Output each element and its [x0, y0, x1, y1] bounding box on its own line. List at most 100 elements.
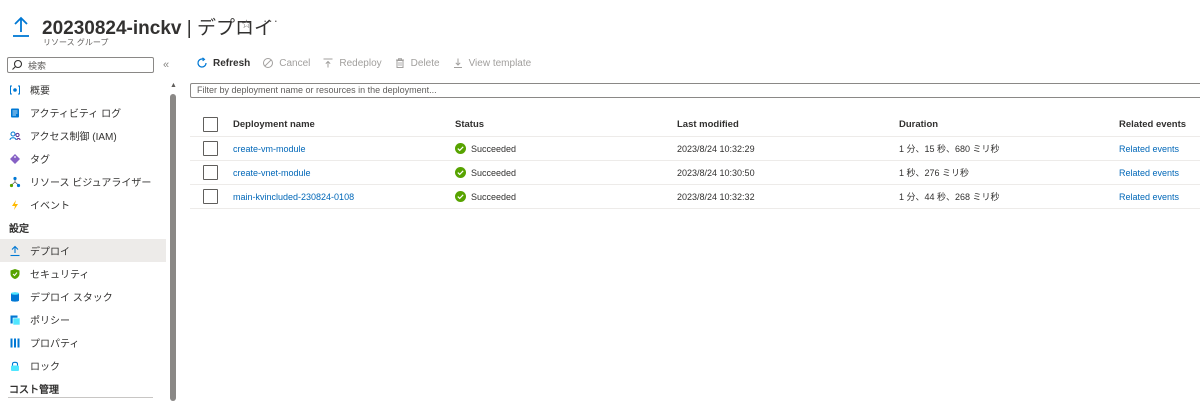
select-all-checkbox[interactable]	[203, 116, 218, 132]
sidebar-item-deployment-stacks[interactable]: デプロイ スタック	[0, 285, 166, 308]
sidebar: 検索 « 概要 アクティビティ ログ アクセス制御 (IAM) タグ リソース …	[0, 54, 182, 401]
sidebar-item-label: アクセス制御 (IAM)	[30, 132, 117, 143]
related-events-link[interactable]: Related events	[1119, 161, 1179, 184]
sidebar-item-label: タグ	[30, 155, 50, 166]
row-checkbox[interactable]	[203, 189, 218, 204]
sidebar-item-label: アクティビティ ログ	[30, 109, 122, 120]
sidebar-item-events[interactable]: イベント	[0, 193, 166, 216]
refresh-icon	[196, 57, 208, 69]
status-text: Succeeded	[471, 191, 517, 202]
scrollbar-thumb[interactable]	[170, 94, 176, 401]
policies-icon	[9, 314, 21, 326]
column-header-related-events[interactable]: Related events	[1119, 112, 1186, 136]
success-check-icon	[455, 191, 466, 202]
sidebar-item-label: イベント	[30, 201, 70, 212]
access-control-icon	[9, 130, 21, 142]
status-cell: Succeeded	[455, 137, 516, 160]
related-events-link[interactable]: Related events	[1119, 185, 1179, 208]
column-header-last-modified[interactable]: Last modified	[677, 112, 739, 136]
sidebar-item-policies[interactable]: ポリシー	[0, 308, 166, 331]
sidebar-item-label: セキュリティ	[30, 270, 90, 281]
sidebar-item-overview[interactable]: 概要	[0, 78, 166, 101]
scroll-up-arrow-icon[interactable]: ▲	[170, 82, 177, 89]
sidebar-item-label: デプロイ	[30, 247, 70, 258]
table-row[interactable]: main-kvincluded-230824-0108 Succeeded 20…	[190, 185, 1200, 209]
more-options-icon[interactable]: ···	[263, 13, 279, 28]
command-bar: Refresh Cancel Redeploy Delete View temp…	[196, 55, 543, 71]
page-title-suffix: | デプロイ	[181, 18, 273, 39]
activity-log-icon	[9, 107, 21, 119]
column-header-deployment-name[interactable]: Deployment name	[233, 112, 315, 136]
sidebar-search-input[interactable]: 検索	[7, 57, 154, 73]
upload-icon	[11, 16, 31, 41]
sidebar-item-access-control[interactable]: アクセス制御 (IAM)	[0, 124, 166, 147]
row-checkbox[interactable]	[203, 141, 218, 156]
sidebar-item-tags[interactable]: タグ	[0, 147, 166, 170]
redeploy-label: Redeploy	[339, 57, 382, 69]
status-text: Succeeded	[471, 167, 517, 178]
duration-cell: 1 分、44 秒、268 ミリ秒	[899, 192, 1000, 202]
cancel-label: Cancel	[279, 57, 311, 69]
sidebar-item-resource-visualizer[interactable]: リソース ビジュアライザー	[0, 170, 166, 193]
download-icon	[452, 57, 464, 69]
deployments-grid: Deployment name Status Last modified Dur…	[190, 112, 1200, 209]
deployment-name-link[interactable]: create-vnet-module	[233, 161, 311, 184]
overview-icon	[9, 84, 21, 96]
lock-icon	[9, 360, 21, 372]
collapse-sidebar-icon[interactable]: «	[163, 59, 169, 71]
status-cell: Succeeded	[455, 185, 516, 208]
cancel-button[interactable]: Cancel	[262, 57, 310, 69]
page-subtitle: リソース グループ	[43, 38, 109, 47]
delete-label: Delete	[410, 57, 440, 69]
duration-cell: 1 分、15 秒、680 ミリ秒	[899, 144, 1000, 154]
sidebar-item-label: デプロイ スタック	[30, 293, 113, 304]
refresh-label: Refresh	[213, 57, 251, 69]
delete-button[interactable]: Delete	[394, 57, 440, 69]
sidebar-item-locks[interactable]: ロック	[0, 354, 166, 377]
favorite-star-icon[interactable]: ☆	[241, 17, 252, 31]
sidebar-item-label: 概要	[30, 86, 50, 97]
shield-icon	[9, 268, 21, 280]
sidebar-divider	[8, 397, 153, 398]
sidebar-nav: 概要 アクティビティ ログ アクセス制御 (IAM) タグ リソース ビジュアラ…	[0, 78, 166, 400]
success-check-icon	[455, 143, 466, 154]
cancel-icon	[262, 57, 274, 69]
row-checkbox[interactable]	[203, 165, 218, 180]
sidebar-item-label: ロック	[30, 362, 60, 373]
view-template-label: View template	[468, 57, 532, 69]
refresh-button[interactable]: Refresh	[196, 57, 250, 69]
sidebar-item-security[interactable]: セキュリティ	[0, 262, 166, 285]
tag-icon	[9, 153, 21, 165]
sidebar-scrollbar[interactable]: ▲	[170, 82, 177, 401]
view-template-button[interactable]: View template	[452, 57, 532, 69]
page-header: 20230824-inckv | デプロイ リソース グループ ☆ ···	[9, 6, 1189, 47]
last-modified-cell: 2023/8/24 10:32:29	[677, 143, 755, 154]
events-icon	[9, 199, 21, 211]
sidebar-item-label: リソース ビジュアライザー	[30, 178, 152, 189]
redeploy-button[interactable]: Redeploy	[322, 57, 382, 69]
resource-group-name: 20230824-inckv	[42, 18, 182, 39]
sidebar-item-deployments[interactable]: デプロイ	[0, 239, 166, 262]
related-events-link[interactable]: Related events	[1119, 137, 1179, 160]
sidebar-item-label: ポリシー	[30, 316, 70, 327]
search-icon	[11, 59, 23, 74]
section-heading-settings: 設定	[9, 224, 29, 235]
deployment-name-link[interactable]: create-vm-module	[233, 137, 306, 160]
deployment-filter-input[interactable]: Filter by deployment name or resources i…	[190, 83, 1200, 98]
deployment-stacks-icon	[9, 291, 21, 303]
duration-cell: 1 秒、276 ミリ秒	[899, 168, 970, 178]
sidebar-item-activity-log[interactable]: アクティビティ ログ	[0, 101, 166, 124]
status-text: Succeeded	[471, 143, 517, 154]
table-row[interactable]: create-vnet-module Succeeded 2023/8/24 1…	[190, 161, 1200, 185]
deployment-name-link[interactable]: main-kvincluded-230824-0108	[233, 185, 354, 208]
filter-placeholder: Filter by deployment name or resources i…	[197, 85, 437, 95]
resource-visualizer-icon	[9, 176, 21, 188]
table-row[interactable]: create-vm-module Succeeded 2023/8/24 10:…	[190, 137, 1200, 161]
sidebar-item-properties[interactable]: プロパティ	[0, 331, 166, 354]
column-header-status[interactable]: Status	[455, 112, 484, 136]
status-cell: Succeeded	[455, 161, 516, 184]
trash-icon	[394, 57, 406, 69]
sidebar-item-label: プロパティ	[30, 339, 80, 350]
grid-header-row: Deployment name Status Last modified Dur…	[190, 112, 1200, 137]
column-header-duration[interactable]: Duration	[899, 112, 938, 136]
